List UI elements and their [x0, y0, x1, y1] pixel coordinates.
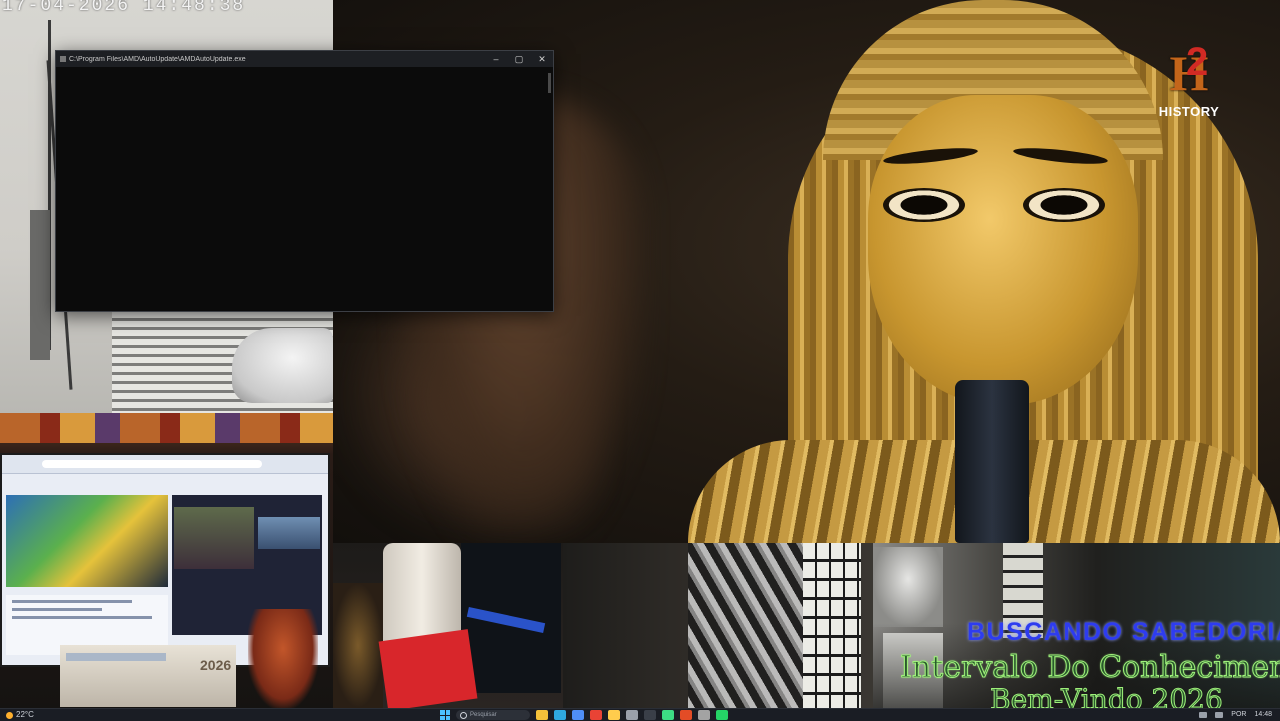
desk-red-box	[378, 629, 478, 708]
hallway-camera-feed	[563, 543, 873, 708]
terminal-icon[interactable]	[644, 710, 656, 720]
app-icon-9[interactable]	[680, 710, 692, 720]
maximize-button[interactable]: ▢	[508, 51, 530, 67]
monitor-url-bar	[42, 460, 262, 468]
desk-objects	[333, 583, 383, 708]
monitor-thumbnail	[258, 517, 320, 549]
weather-temp: 22°C	[16, 710, 34, 719]
console-titlebar[interactable]: C:\Program Files\AMD\AutoUpdate\AMDAutoU…	[56, 51, 553, 67]
minimize-button[interactable]: –	[485, 51, 507, 67]
console-window[interactable]: C:\Program Files\AMD\AutoUpdate\AMDAutoU…	[55, 50, 554, 312]
mask-beard	[955, 380, 1029, 543]
golden-mask-face	[868, 95, 1138, 405]
console-scroll-thumb[interactable]	[548, 73, 551, 93]
monitor-text-line	[12, 616, 152, 619]
street-car	[873, 547, 943, 627]
mask-left-eye	[883, 188, 965, 222]
folder-icon[interactable]	[608, 710, 620, 720]
logo-2: 2	[1186, 40, 1209, 84]
app-icon-10[interactable]	[698, 710, 710, 720]
monitor-text-line	[12, 600, 132, 603]
camera-parked-car	[232, 328, 333, 403]
language-indicator[interactable]: POR	[1231, 709, 1246, 721]
weather-icon	[6, 711, 13, 719]
overlay-title: BUSCANDO SABEDORIA	[967, 618, 1280, 646]
desk-camera-feed	[333, 543, 563, 708]
hallway-window	[803, 543, 861, 708]
wall-artwork	[0, 413, 333, 443]
desk-calendar-strip	[66, 653, 166, 661]
camera-timestamp: 17-04-2026 14:48:38	[2, 0, 246, 16]
wifi-icon[interactable]	[1199, 712, 1208, 718]
monitor-video-player	[6, 495, 168, 587]
history-channel-logo: H 2 HISTORY	[1156, 40, 1222, 120]
close-button[interactable]: ✕	[531, 51, 553, 67]
search-icon	[460, 712, 467, 719]
store-icon[interactable]	[572, 710, 584, 720]
monitor-thumbnail	[174, 507, 254, 569]
windows-start-icon[interactable]	[440, 710, 450, 720]
desk-calendar-year: 2026	[200, 657, 232, 673]
clock[interactable]: 14:48	[1254, 709, 1272, 721]
weather-widget[interactable]: 22°C	[6, 709, 34, 721]
settings-icon[interactable]	[626, 710, 638, 720]
mask-right-eye	[1023, 188, 1105, 222]
monitor-text-line	[12, 608, 102, 611]
edge-icon[interactable]	[554, 710, 566, 720]
console-scrollbar[interactable]	[547, 71, 552, 309]
desk-figurine	[248, 609, 318, 708]
file-explorer-icon[interactable]	[536, 710, 548, 720]
taskbar: 22°C Pesquisar POR 14:48	[0, 708, 1280, 721]
hallway-poster	[688, 543, 803, 708]
camera-pillar	[30, 210, 50, 360]
taskbar-apps: Pesquisar	[440, 709, 728, 721]
chrome-icon[interactable]	[590, 710, 602, 720]
overlay-subtitle: Intervalo Do Conhecimento	[899, 650, 1280, 686]
volume-icon[interactable]	[1215, 712, 1224, 718]
taskbar-search-input[interactable]: Pesquisar	[456, 710, 530, 720]
monitor-camera-feed: 2026	[0, 413, 333, 708]
logo-text: HISTORY	[1158, 104, 1220, 119]
console-title: C:\Program Files\AMD\AutoUpdate\AMDAutoU…	[69, 55, 246, 63]
system-tray: POR 14:48	[1199, 709, 1272, 721]
search-placeholder: Pesquisar	[470, 712, 497, 718]
overlay-welcome: Bem-Vindo 2026	[990, 686, 1223, 708]
app-icon-8[interactable]	[662, 710, 674, 720]
app-icon-11[interactable]	[716, 710, 728, 720]
